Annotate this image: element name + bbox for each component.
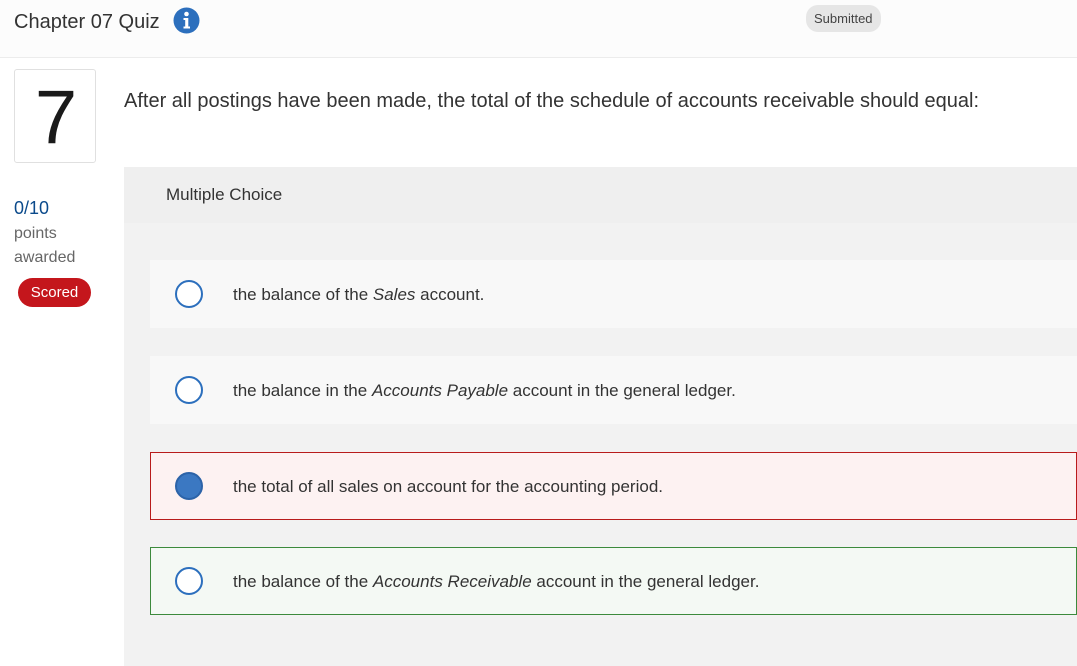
scored-badge: Scored bbox=[18, 278, 91, 307]
radio-button[interactable] bbox=[175, 376, 203, 404]
choice-text: the balance of the Sales account. bbox=[233, 285, 485, 304]
info-icon[interactable] bbox=[173, 7, 200, 34]
question-number-box: 7 bbox=[14, 69, 96, 163]
choice-text: the total of all sales on account for th… bbox=[233, 477, 663, 496]
answer-choice-1[interactable]: the balance of the Sales account. bbox=[150, 260, 1077, 328]
question-type-label: Multiple Choice bbox=[166, 185, 283, 204]
points-score: 0/10 bbox=[14, 198, 50, 218]
radio-button-selected[interactable] bbox=[175, 472, 203, 500]
question-number: 7 bbox=[34, 75, 78, 160]
page-title: Chapter 07 Quiz bbox=[14, 11, 160, 33]
radio-button[interactable] bbox=[175, 280, 203, 308]
choice-text: the balance in the Accounts Payable acco… bbox=[233, 381, 736, 400]
points-label: points awarded bbox=[14, 225, 76, 266]
answer-choice-4-correct[interactable]: the balance of the Accounts Receivable a… bbox=[150, 547, 1077, 615]
answer-choice-3-incorrect[interactable]: the total of all sales on account for th… bbox=[150, 452, 1077, 520]
choice-text: the balance of the Accounts Receivable a… bbox=[233, 572, 760, 591]
radio-button[interactable] bbox=[175, 567, 203, 595]
status-badge: Submitted bbox=[806, 5, 881, 32]
question-text: After all postings have been made, the t… bbox=[124, 90, 979, 112]
quiz-header: Chapter 07 Quiz Submitted bbox=[0, 0, 1077, 58]
answer-choice-2[interactable]: the balance in the Accounts Payable acco… bbox=[150, 356, 1077, 424]
